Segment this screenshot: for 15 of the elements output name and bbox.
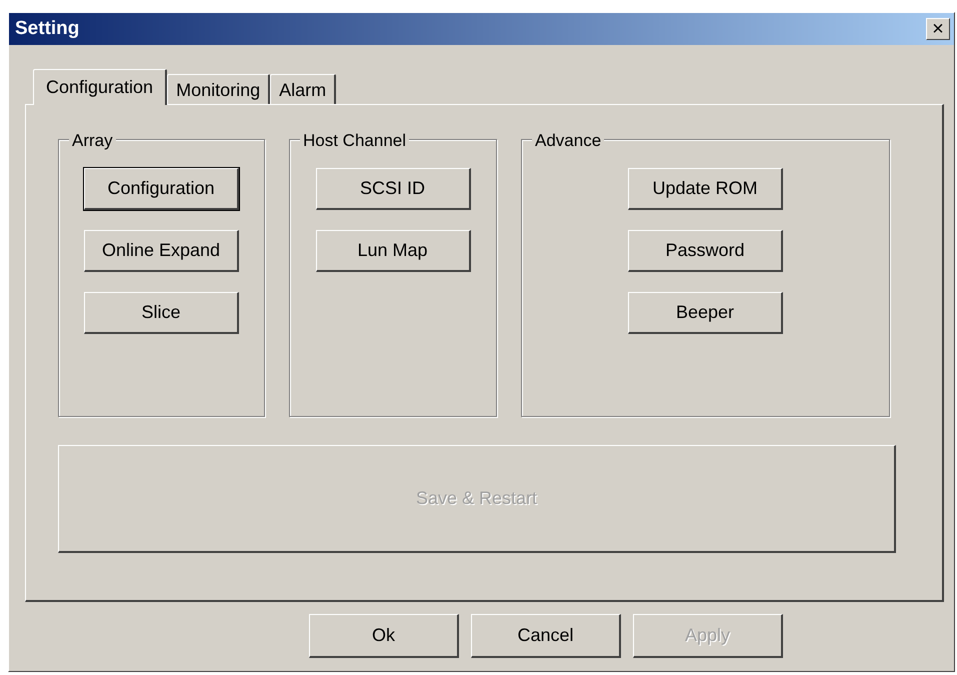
button[interactable]: SCSI ID	[316, 168, 470, 210]
button[interactable]: Password	[628, 230, 783, 272]
button[interactable]: Slice	[84, 292, 239, 334]
button[interactable]: Cancel	[471, 614, 621, 658]
close-button[interactable]: ×	[926, 18, 950, 40]
button[interactable]: Ok	[309, 614, 459, 658]
tab[interactable]: Alarm	[270, 74, 336, 104]
button[interactable]: Update ROM	[628, 168, 783, 210]
button[interactable]: Lun Map	[316, 230, 470, 272]
tab[interactable]: Configuration	[33, 69, 168, 105]
tab[interactable]: Monitoring	[167, 74, 270, 104]
button[interactable]: Online Expand	[84, 230, 239, 272]
window-title: Setting	[15, 16, 80, 41]
button[interactable]: Configuration	[84, 168, 239, 210]
button[interactable]: Beeper	[628, 292, 783, 334]
